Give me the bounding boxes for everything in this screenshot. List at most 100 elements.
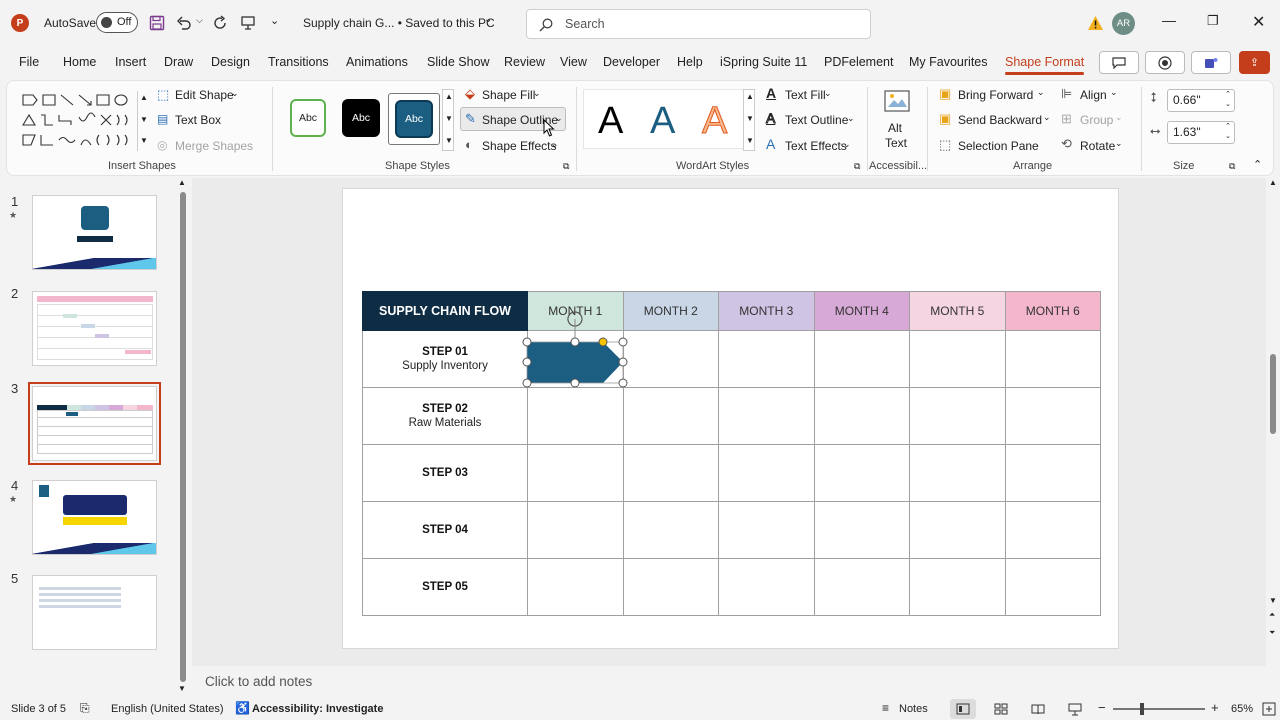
wordart-blue[interactable]: A	[650, 100, 675, 143]
slideshow-view-icon[interactable]	[1068, 702, 1082, 716]
resize-handle[interactable]	[522, 337, 532, 347]
shape-fill-dropdown-icon[interactable]: ⌄	[533, 88, 541, 99]
normal-view-button[interactable]	[950, 699, 976, 719]
table-cell[interactable]	[527, 501, 624, 559]
table-cell[interactable]	[527, 444, 624, 502]
zoom-out-icon[interactable]: −	[1098, 700, 1106, 715]
style-preset-black[interactable]: Abc	[342, 99, 380, 137]
more-icon[interactable]: ▼	[746, 136, 754, 145]
size-launcher-icon[interactable]: ⧉	[1229, 161, 1235, 172]
table-cell[interactable]	[718, 444, 815, 502]
editor-scrollbar[interactable]: ▲ ▼ ⏶ ⏷	[1266, 178, 1280, 666]
table-cell[interactable]	[718, 387, 815, 445]
fit-to-window-icon[interactable]	[1262, 702, 1276, 716]
send-backward-dropdown-icon[interactable]: ⌄	[1043, 112, 1051, 123]
arrow-shape-fill[interactable]	[527, 342, 623, 383]
table-cell[interactable]	[527, 387, 624, 445]
text-outline-dropdown-icon[interactable]: ⌄	[847, 113, 855, 124]
next-slide-icon[interactable]: ⏷	[1269, 628, 1275, 638]
tab-draw[interactable]: Draw	[164, 55, 193, 69]
comments-button[interactable]	[1099, 51, 1139, 74]
autosave-toggle[interactable]: Off	[96, 12, 138, 33]
scroll-up-icon[interactable]: ▲	[140, 93, 148, 102]
step-cell[interactable]: STEP 03	[362, 444, 528, 502]
reading-view-icon[interactable]	[1031, 703, 1045, 715]
table-cell[interactable]	[1004, 558, 1101, 616]
text-effects-button[interactable]: Text Effects	[785, 139, 847, 153]
edit-shape-dropdown-icon[interactable]: ⌄	[231, 88, 239, 99]
present-icon[interactable]	[240, 15, 256, 31]
wordart-gallery[interactable]: A A A	[583, 89, 755, 149]
more-icon[interactable]: ▼	[140, 136, 148, 145]
supply-chain-table[interactable]: SUPPLY CHAIN FLOW MONTH 1 MONTH 2 MONTH …	[362, 291, 1101, 616]
table-cell[interactable]	[813, 501, 910, 559]
align-button[interactable]: Align	[1080, 88, 1107, 102]
tab-design[interactable]: Design	[211, 55, 250, 69]
table-cell[interactable]	[813, 387, 910, 445]
avatar[interactable]: AR	[1112, 12, 1135, 35]
customize-qat-icon[interactable]: ⌄	[270, 14, 279, 27]
tab-review[interactable]: Review	[504, 55, 545, 69]
notes-toggle[interactable]: Notes	[899, 703, 928, 715]
slide-thumbnail-3[interactable]	[28, 382, 161, 465]
tab-developer[interactable]: Developer	[603, 55, 660, 69]
restore-icon[interactable]: ❐	[1207, 13, 1219, 29]
table-cell[interactable]	[1004, 444, 1101, 502]
shape-height-field[interactable]: 0.66" ⌃ ⌄	[1167, 89, 1235, 112]
table-cell[interactable]	[622, 501, 719, 559]
table-cell[interactable]	[909, 444, 1006, 502]
tab-animations[interactable]: Animations	[346, 55, 408, 69]
tab-home[interactable]: Home	[63, 55, 96, 69]
corner-header-cell[interactable]: SUPPLY CHAIN FLOW	[362, 291, 528, 331]
step-cell[interactable]: STEP 01 Supply Inventory	[362, 330, 528, 388]
slide-thumbnail-5[interactable]	[32, 575, 157, 650]
table-cell[interactable]	[622, 330, 719, 388]
step-cell[interactable]: STEP 04	[362, 501, 528, 559]
wordart-orange-outline[interactable]: A	[701, 100, 727, 143]
send-backward-button[interactable]: Send Backward	[958, 113, 1042, 127]
text-fill-button[interactable]: Text Fill	[785, 88, 826, 102]
tab-help[interactable]: Help	[677, 55, 703, 69]
adjust-handle[interactable]	[598, 337, 608, 347]
wordart-launcher-icon[interactable]: ⧉	[854, 161, 860, 172]
text-fill-dropdown-icon[interactable]: ⌄	[824, 88, 832, 99]
group-dropdown-icon[interactable]: ⌄	[1115, 112, 1123, 123]
minimize-icon[interactable]: —	[1162, 12, 1176, 28]
table-cell[interactable]	[622, 444, 719, 502]
table-cell[interactable]	[813, 558, 910, 616]
tab-file[interactable]: File	[19, 55, 39, 69]
warning-icon[interactable]	[1087, 15, 1104, 31]
merge-shapes-button[interactable]: Merge Shapes	[175, 139, 253, 153]
table-cell[interactable]	[718, 558, 815, 616]
scroll-up-icon[interactable]: ▲	[746, 92, 754, 101]
rotate-dropdown-icon[interactable]: ⌄	[1115, 138, 1123, 149]
save-icon[interactable]	[149, 15, 165, 31]
style-preset-blue-selected[interactable]: Abc	[388, 93, 440, 145]
scroll-up-icon[interactable]: ▲	[178, 178, 186, 187]
share-button[interactable]: ⇪	[1239, 51, 1270, 74]
table-cell[interactable]	[622, 558, 719, 616]
shape-effects-button[interactable]: Shape Effects	[482, 139, 557, 153]
shape-outline-dropdown-icon[interactable]: ⌄	[555, 113, 563, 124]
bring-forward-dropdown-icon[interactable]: ⌄	[1037, 87, 1045, 98]
shape-fill-button[interactable]: Shape Fill	[482, 88, 535, 102]
table-cell[interactable]	[909, 501, 1006, 559]
shapes-gallery-scroll[interactable]: ▲ ▼ ▼	[137, 91, 148, 151]
scroll-down-icon[interactable]: ▼	[178, 684, 186, 693]
step-cell[interactable]: STEP 02 Raw Materials	[362, 387, 528, 445]
table-cell[interactable]	[718, 330, 815, 388]
scroll-down-icon[interactable]: ▼	[140, 115, 148, 124]
shape-width-field[interactable]: 1.63" ⌃ ⌄	[1167, 121, 1235, 144]
table-cell[interactable]	[909, 330, 1006, 388]
tab-transitions[interactable]: Transitions	[268, 55, 329, 69]
styles-gallery-scroll[interactable]: ▲ ▼ ▼	[442, 89, 454, 151]
table-cell[interactable]	[909, 558, 1006, 616]
table-cell[interactable]	[1004, 501, 1101, 559]
selected-arrow-shape[interactable]	[518, 294, 634, 392]
tab-slide-show[interactable]: Slide Show	[427, 55, 490, 69]
month-header-3[interactable]: MONTH 3	[718, 291, 815, 331]
resize-handle[interactable]	[618, 378, 628, 388]
resize-handle[interactable]	[522, 357, 532, 367]
month-header-6[interactable]: MONTH 6	[1004, 291, 1101, 331]
slide-thumbnail-2[interactable]	[32, 291, 157, 366]
